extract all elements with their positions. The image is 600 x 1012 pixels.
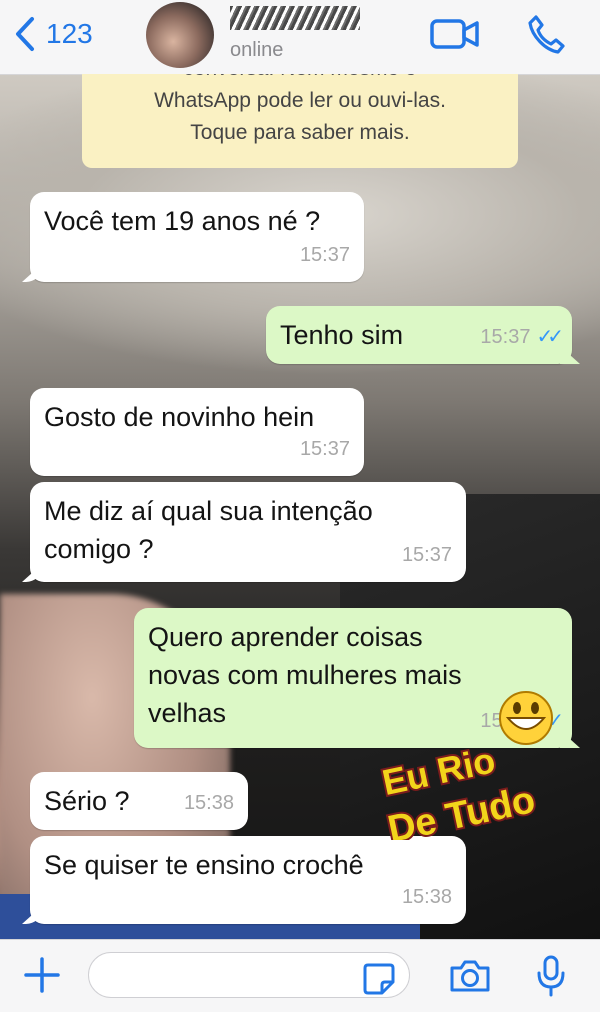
chevron-left-icon — [16, 17, 34, 51]
notice-line-cut: conversa. Nem mesmo o — [82, 74, 518, 85]
unread-count: 123 — [46, 18, 93, 49]
message-time: 15:37 — [299, 244, 350, 266]
message-incoming[interactable]: Se quiser te ensino crochê 15:38 — [30, 836, 466, 924]
message-time: 15:38 — [183, 792, 234, 814]
message-time-status: 15:37 ✓✓ — [480, 318, 563, 356]
notice-line-1: WhatsApp pode ler ou ouvi-las. — [154, 89, 446, 112]
sticker-icon — [363, 963, 395, 995]
avatar[interactable] — [146, 2, 214, 68]
plus-icon — [24, 957, 60, 993]
attach-button[interactable] — [22, 955, 62, 1000]
watermark-logo: Eu Rio De Tudo — [377, 691, 553, 840]
chat-header: 123 online — [0, 0, 600, 75]
message-text: Gosto de novinho hein — [44, 402, 315, 432]
message-incoming[interactable]: Sério ? 15:38 — [30, 772, 248, 830]
contact-name-redacted[interactable] — [230, 6, 360, 30]
message-text-line-1: Quero aprender coisas — [148, 622, 423, 652]
composer-bar — [0, 939, 600, 1012]
sticker-button[interactable] — [362, 962, 396, 1001]
message-text-line-2: novas com mulheres mais — [148, 660, 462, 690]
message-incoming[interactable]: Você tem 19 anos né ? 15:37 — [30, 192, 364, 282]
message-text: Você tem 19 anos né ? — [44, 206, 321, 236]
microphone-icon — [537, 955, 565, 997]
message-text: Sério ? — [44, 786, 130, 816]
message-text: Se quiser te ensino crochê — [44, 850, 364, 880]
message-time: 15:38 — [401, 886, 452, 908]
contact-status: online — [230, 39, 284, 61]
message-incoming[interactable]: Gosto de novinho hein 15:37 — [30, 388, 364, 476]
microphone-button[interactable] — [536, 954, 566, 1003]
message-text: Tenho sim — [280, 320, 404, 350]
camera-button[interactable] — [448, 958, 492, 999]
message-outgoing[interactable]: Tenho sim 15:37 ✓✓ — [266, 306, 572, 364]
message-time: 15:37 — [480, 326, 531, 348]
camera-icon — [450, 960, 490, 992]
video-camera-icon — [430, 19, 479, 49]
voice-call-button[interactable] — [527, 14, 565, 59]
notice-line-2: Toque para saber mais. — [190, 121, 410, 144]
message-time: 15:37 — [401, 544, 452, 566]
phone-icon — [528, 15, 565, 54]
video-call-button[interactable] — [430, 18, 480, 55]
message-text-line-2: comigo ? — [44, 534, 154, 564]
message-incoming[interactable]: Me diz aí qual sua intenção comigo ? 15:… — [30, 482, 466, 582]
message-text-line-1: Me diz aí qual sua intenção — [44, 496, 373, 526]
message-time: 15:37 — [299, 438, 350, 460]
back-button[interactable]: 123 — [14, 16, 93, 52]
encryption-notice[interactable]: conversa. Nem mesmo o WhatsApp pode ler … — [82, 74, 518, 168]
read-ticks-icon: ✓✓ — [536, 326, 563, 348]
